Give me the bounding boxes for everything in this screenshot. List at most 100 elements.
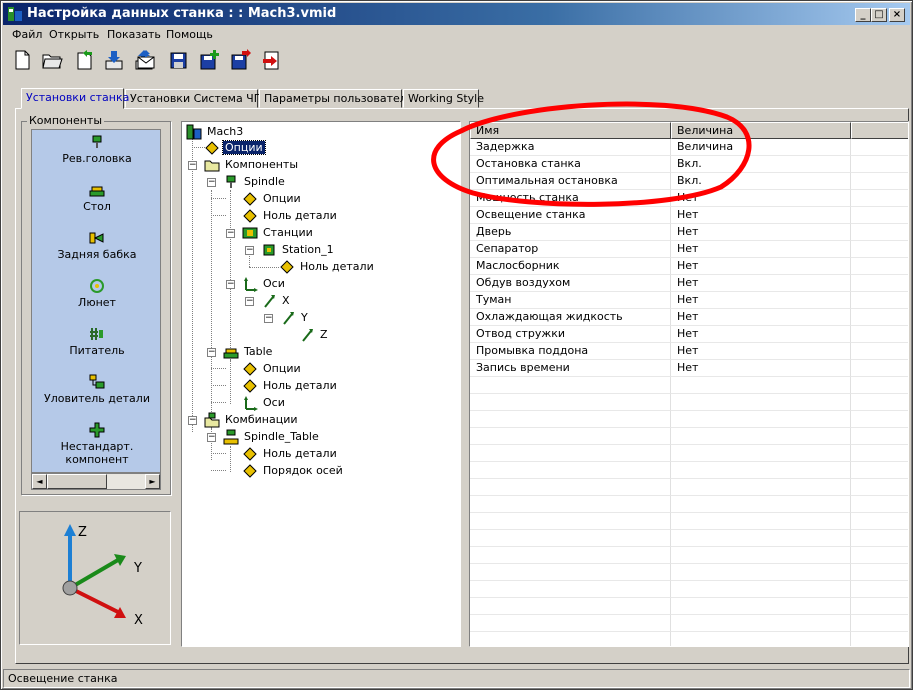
tree-spindle-options[interactable]: Опции [242,191,303,207]
tree-st-zero[interactable]: Ноль детали [242,446,339,462]
grid-cell-name[interactable]: Запись времени [470,360,671,377]
menu-open[interactable]: Открыть [49,28,99,41]
grid-cell-value[interactable]: Нет [671,360,851,377]
title-bar[interactable]: Настройка данных станка : : Mach3.vmid _… [3,3,910,25]
scroll-left-button[interactable]: ◄ [32,474,47,489]
components-scrollbar[interactable]: ◄ ► [31,473,161,490]
grid-cell-name[interactable]: Промывка поддона [470,343,671,360]
expand-toggle[interactable]: − [226,280,235,289]
grid-cell-name[interactable]: Обдув воздухом [470,275,671,292]
expand-toggle[interactable]: − [188,161,197,170]
column-header-name[interactable]: Имя [470,122,671,139]
tree-table[interactable]: Table [223,344,274,360]
grid-cell-name[interactable]: Освещение станка [470,207,671,224]
tree-spindle-table[interactable]: Spindle_Table [223,429,321,445]
property-grid[interactable]: Имя Величина Задержка Величина Остановка с… [469,121,909,647]
tab-user-params[interactable]: Параметры пользователя [259,89,413,108]
grid-cell-value[interactable]: Нет [671,275,851,292]
save-icon[interactable] [167,49,189,71]
mail-icon[interactable] [135,49,157,71]
grid-cell-name[interactable]: Маслосборник [470,258,671,275]
grid-cell-name[interactable]: Мощность станка [470,190,671,207]
grid-cell-value[interactable]: Нет [671,309,851,326]
component-turret[interactable]: Рев.головка [32,134,160,165]
grid-cell-name[interactable]: Остановка станка [470,156,671,173]
grid-cell-value[interactable]: Нет [671,207,851,224]
tab-working-style[interactable]: Working Style [403,89,484,108]
grid-cell-value[interactable]: Нет [671,343,851,360]
tree-root[interactable]: Mach3 [186,124,245,140]
machine-tree[interactable]: Mach3 Опции − Компоненты − Spindle Опции… [181,121,461,647]
grid-cell-name[interactable]: Сепаратор [470,241,671,258]
tree-combinations[interactable]: Комбинации [204,412,300,428]
tree-axes[interactable]: Оси [242,276,287,292]
grid-cell-value[interactable]: Нет [671,258,851,275]
grid-cell-empty [671,581,851,598]
grid-cell-name[interactable]: Отвод стружки [470,326,671,343]
grid-cell-value[interactable]: Нет [671,190,851,207]
tree-station-1-zero[interactable]: Ноль детали [279,259,376,275]
expand-toggle[interactable]: − [207,348,216,357]
tree-spindle[interactable]: Spindle [223,174,287,190]
new-file-icon[interactable] [11,49,33,71]
tailstock-icon [89,232,104,244]
tree-station-1[interactable]: Station_1 [261,242,336,258]
download-icon[interactable] [103,49,125,71]
tree-axis-y[interactable]: Y [280,310,310,326]
tree-table-options[interactable]: Опции [242,361,303,377]
tree-table-zero[interactable]: Ноль детали [242,378,339,394]
maximize-button[interactable]: □ [871,8,887,22]
component-steady-rest[interactable]: Люнет [32,278,160,309]
expand-toggle[interactable]: − [207,178,216,187]
tree-st-axis-order[interactable]: Порядок осей [242,463,345,479]
open-folder-icon[interactable] [41,49,63,71]
tree-stations[interactable]: Станции [242,225,315,241]
expand-toggle[interactable]: − [245,297,254,306]
tree-spindle-zero[interactable]: Ноль детали [242,208,339,224]
import-icon[interactable] [73,49,95,71]
save-add-icon[interactable] [198,49,220,71]
expand-toggle[interactable]: − [264,314,273,323]
scroll-right-button[interactable]: ► [145,474,160,489]
spindle-table-icon [223,429,239,445]
tab-cnc-settings[interactable]: Установки Система ЧПУ [125,89,269,108]
expand-toggle[interactable]: − [207,433,216,442]
minimize-button[interactable]: _ [855,8,871,22]
grid-cell-name[interactable]: Туман [470,292,671,309]
grid-cell-value[interactable]: Вкл. [671,173,851,190]
exit-icon[interactable] [261,49,283,71]
tree-table-axes[interactable]: Оси [242,395,287,411]
scroll-thumb[interactable] [47,474,107,489]
grid-cell-value[interactable]: Нет [671,241,851,258]
grid-cell-empty [851,275,908,292]
menu-file[interactable]: Файл [12,28,42,41]
column-header-value[interactable]: Величина [671,122,851,139]
component-table[interactable]: Стол [32,182,160,213]
menu-view[interactable]: Показать [107,28,161,41]
component-tailstock[interactable]: Задняя бабка [32,230,160,261]
grid-cell-value[interactable]: Вкл. [671,156,851,173]
expand-toggle[interactable]: − [245,246,254,255]
save-as-icon[interactable] [229,49,251,71]
grid-cell-name[interactable]: Задержка [470,139,671,156]
tree-options[interactable]: Опции [204,140,266,156]
component-custom[interactable]: Нестандарт. компонент [32,422,160,466]
grid-cell-name[interactable]: Дверь [470,224,671,241]
component-feeder[interactable]: Питатель [32,326,160,357]
grid-cell-value[interactable]: Нет [671,326,851,343]
tree-axis-x[interactable]: X [261,293,292,309]
expand-toggle[interactable]: − [188,416,197,425]
expand-toggle[interactable]: − [226,229,235,238]
grid-cell-value[interactable]: Величина [671,139,851,156]
grid-cell-value[interactable]: Нет [671,224,851,241]
grid-cell-value[interactable]: Нет [671,292,851,309]
grid-cell-name[interactable]: Оптимальная остановка [470,173,671,190]
menu-help[interactable]: Помощь [166,28,213,41]
tree-components[interactable]: Компоненты [204,157,300,173]
grid-cell-empty [470,547,671,564]
close-button[interactable]: × [889,8,905,22]
component-part-catcher[interactable]: Уловитель детали [32,374,160,405]
grid-cell-name[interactable]: Охлаждающая жидкость [470,309,671,326]
tab-machine-settings[interactable]: Установки станка [21,88,129,109]
tree-axis-z[interactable]: Z [299,327,330,343]
